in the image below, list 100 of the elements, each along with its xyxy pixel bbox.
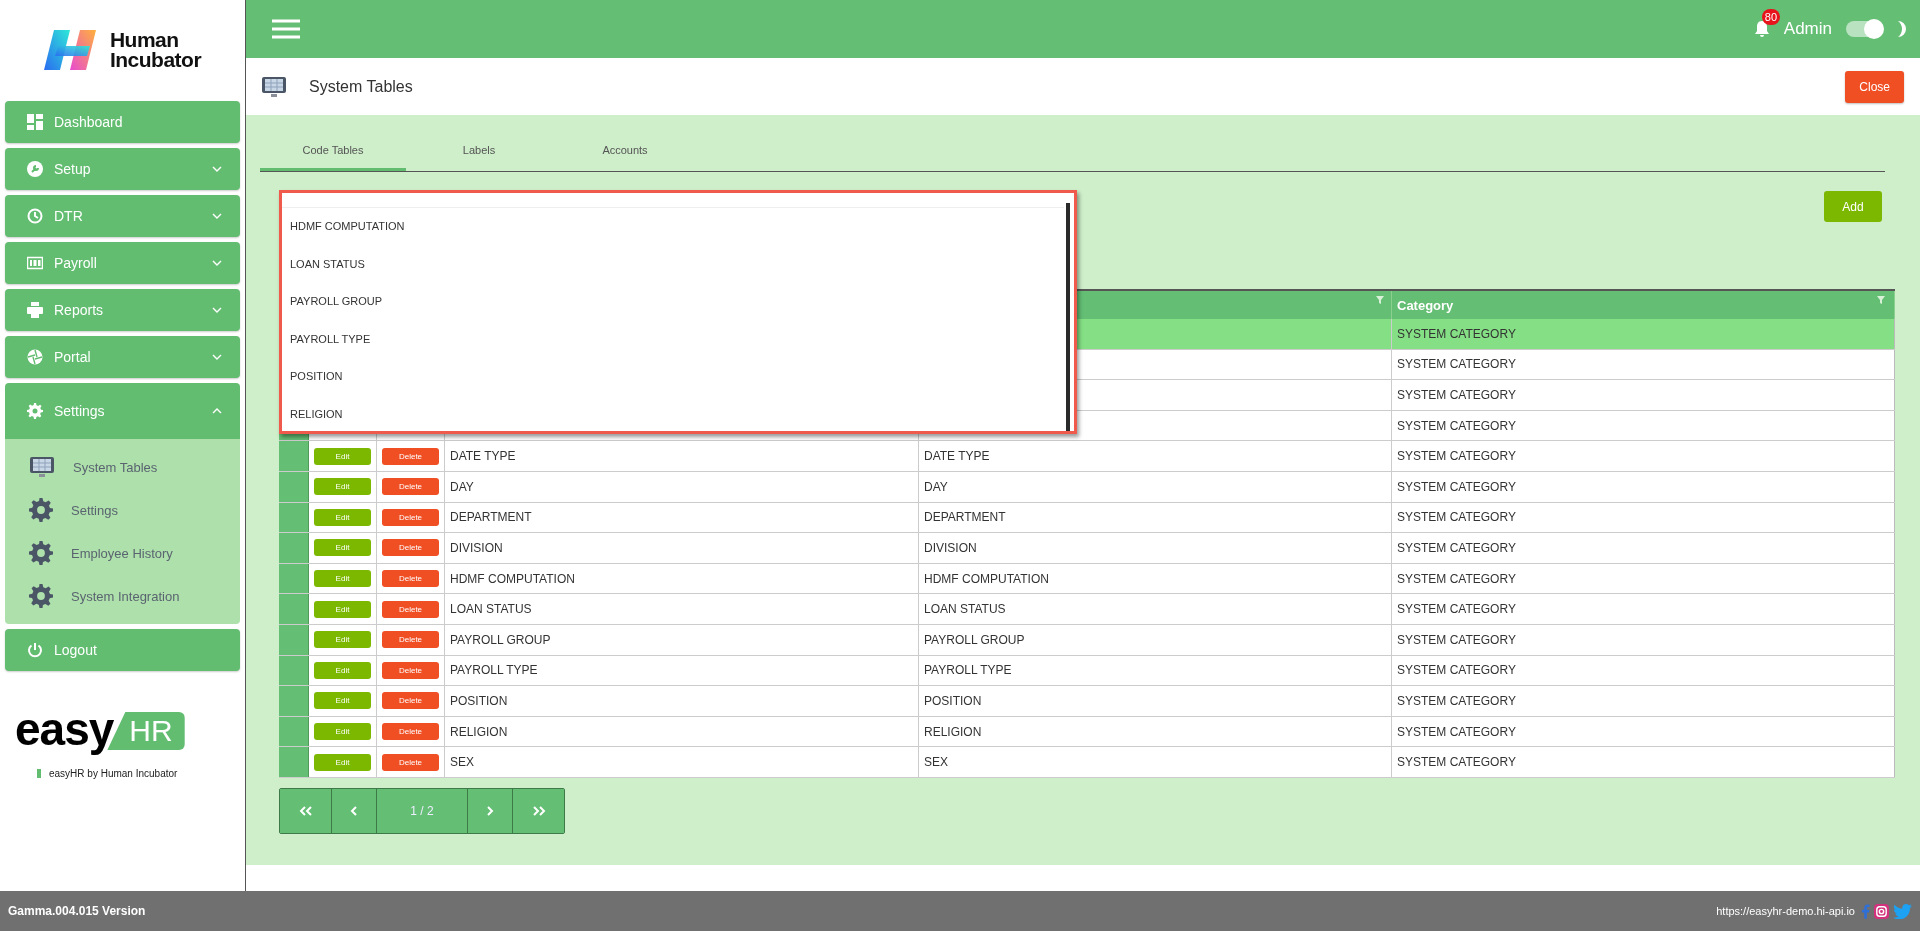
table-row[interactable]: Edit Delete LOAN STATUS LOAN STATUS SYSTEM CATEGORY	[279, 594, 1895, 625]
chevron-left-icon	[350, 805, 358, 816]
submenu-item[interactable]: System Integration	[29, 580, 180, 612]
edit-button[interactable]: Edit	[314, 753, 371, 771]
submenu-item[interactable]: Settings	[29, 494, 118, 526]
chevron-icon	[212, 307, 222, 313]
row-selector[interactable]	[279, 655, 309, 686]
nav-item[interactable]: Dashboard	[5, 101, 240, 143]
filter-icon[interactable]	[1376, 296, 1384, 304]
dropdown-option[interactable]: PAYROLL GROUP	[290, 283, 383, 321]
bell-icon[interactable]	[1753, 20, 1770, 38]
filter-icon[interactable]	[1877, 296, 1885, 304]
table-cell: SYSTEM CATEGORY	[1397, 602, 1516, 617]
row-selector[interactable]	[279, 563, 309, 594]
row-selector[interactable]	[279, 441, 309, 471]
nav-item[interactable]: Logout	[5, 629, 240, 671]
edit-button[interactable]: Edit	[314, 539, 371, 557]
next-page-button[interactable]	[468, 788, 513, 833]
table-row[interactable]: Edit Delete DATE TYPE DATE TYPE SYSTEM CATEGORY	[279, 441, 1895, 472]
instagram-icon[interactable]	[1874, 903, 1889, 919]
chevron-icon	[212, 166, 222, 172]
menu-icon[interactable]	[272, 19, 300, 39]
tab[interactable]: Labels	[406, 135, 552, 171]
table-row[interactable]: Edit Delete PAYROLL GROUP PAYROLL GROUP SYSTEM CATEGORY	[279, 624, 1895, 656]
row-selector[interactable]	[279, 686, 309, 716]
tagline-bar	[37, 769, 41, 778]
delete-button[interactable]: Delete	[382, 631, 439, 649]
nav-item[interactable]: Portal	[5, 336, 240, 378]
first-page-button[interactable]	[280, 788, 332, 833]
table-row[interactable]: Edit Delete SEX SEX SYSTEM CATEGORY	[279, 747, 1895, 778]
edit-button[interactable]: Edit	[314, 508, 371, 526]
delete-button[interactable]: Delete	[382, 600, 439, 618]
table-cell: PAYROLL GROUP	[924, 632, 1025, 647]
delete-button[interactable]: Delete	[382, 447, 439, 465]
previous-page-button[interactable]	[332, 788, 377, 833]
wrench-icon	[27, 161, 43, 177]
edit-button[interactable]: Edit	[314, 600, 371, 618]
edit-button[interactable]: Edit	[314, 661, 371, 679]
counter-icon	[27, 255, 43, 271]
row-selector[interactable]	[279, 594, 309, 624]
clock-icon	[27, 208, 43, 224]
table-row[interactable]: Edit Delete PAYROLL TYPE PAYROLL TYPE SYSTEM CATEGORY	[279, 655, 1895, 687]
delete-button[interactable]: Delete	[382, 692, 439, 710]
submenu-item[interactable]: System Tables	[29, 451, 158, 483]
nav-item[interactable]: Reports	[5, 289, 240, 331]
row-selector[interactable]	[279, 502, 309, 533]
table-cell: SYSTEM CATEGORY	[1397, 755, 1516, 770]
tab[interactable]: Accounts	[552, 135, 698, 171]
table-row[interactable]: Edit Delete RELIGION RELIGION SYSTEM CATEGORY	[279, 716, 1895, 748]
table-row[interactable]: Edit Delete HDMF COMPUTATION HDMF COMPUTATION SYSTEM CATEGORY	[279, 563, 1895, 595]
edit-button[interactable]: Edit	[314, 723, 371, 740]
delete-button[interactable]: Delete	[382, 723, 439, 740]
delete-button[interactable]: Delete	[382, 753, 439, 771]
dropdown-option[interactable]: HDMF COMPUTATION	[290, 208, 405, 246]
edit-button[interactable]: Edit	[314, 447, 371, 465]
last-page-button[interactable]	[513, 788, 564, 833]
toggle-switch[interactable]	[1846, 21, 1882, 37]
delete-button[interactable]: Delete	[382, 661, 439, 679]
delete-button[interactable]: Delete	[382, 478, 439, 496]
table-cell: DATE TYPE	[924, 449, 990, 464]
row-selector[interactable]	[279, 747, 309, 777]
edit-button[interactable]: Edit	[314, 692, 371, 710]
dropdown-option[interactable]: LOAN STATUS	[290, 245, 365, 283]
edit-button[interactable]: Edit	[314, 631, 371, 649]
column-header: Category	[1397, 297, 1454, 313]
close-button[interactable]: Close	[1845, 70, 1904, 103]
row-selector[interactable]	[279, 624, 309, 655]
tab[interactable]: Code Tables	[260, 135, 406, 171]
table-cell: SYSTEM CATEGORY	[1397, 357, 1516, 372]
scrollbar[interactable]	[1066, 203, 1070, 431]
power-icon	[27, 642, 43, 658]
add-button[interactable]: Add	[1824, 191, 1882, 222]
table-cell: SYSTEM CATEGORY	[1397, 479, 1516, 494]
moon-icon	[1896, 20, 1908, 38]
table-row[interactable]: Edit Delete DEPARTMENT DEPARTMENT SYSTEM CATEGORY	[279, 502, 1895, 534]
nav-item[interactable]: DTR	[5, 195, 240, 237]
nav-item[interactable]: Payroll	[5, 242, 240, 284]
delete-button[interactable]: Delete	[382, 539, 439, 557]
nav-item[interactable]: Setup	[5, 148, 240, 190]
table-cell: SYSTEM CATEGORY	[1397, 388, 1516, 402]
site-link[interactable]: https://easyhr-demo.hi-api.io	[1716, 905, 1855, 917]
submenu-item[interactable]: Employee History	[29, 537, 173, 569]
table-row[interactable]: Edit Delete POSITION POSITION SYSTEM CATEGORY	[279, 686, 1895, 717]
chevron-icon	[212, 354, 222, 360]
delete-button[interactable]: Delete	[382, 508, 439, 526]
edit-button[interactable]: Edit	[314, 478, 371, 496]
table-cell: DAY	[450, 479, 474, 494]
gear-icon	[29, 541, 53, 565]
nav-item[interactable]: Settings	[5, 383, 240, 439]
delete-button[interactable]: Delete	[382, 570, 439, 588]
row-selector[interactable]	[279, 471, 309, 502]
row-selector[interactable]	[279, 716, 309, 747]
edit-button[interactable]: Edit	[314, 570, 371, 588]
row-selector[interactable]	[279, 533, 309, 563]
table-cell: POSITION	[924, 693, 982, 708]
table-cell: POSITION	[450, 693, 508, 708]
table-row[interactable]: Edit Delete DIVISION DIVISION SYSTEM CATEGORY	[279, 533, 1895, 564]
table-row[interactable]: Edit Delete DAY DAY SYSTEM CATEGORY	[279, 471, 1895, 503]
gear-icon	[29, 498, 53, 522]
table-cell: HDMF COMPUTATION	[924, 571, 1049, 586]
